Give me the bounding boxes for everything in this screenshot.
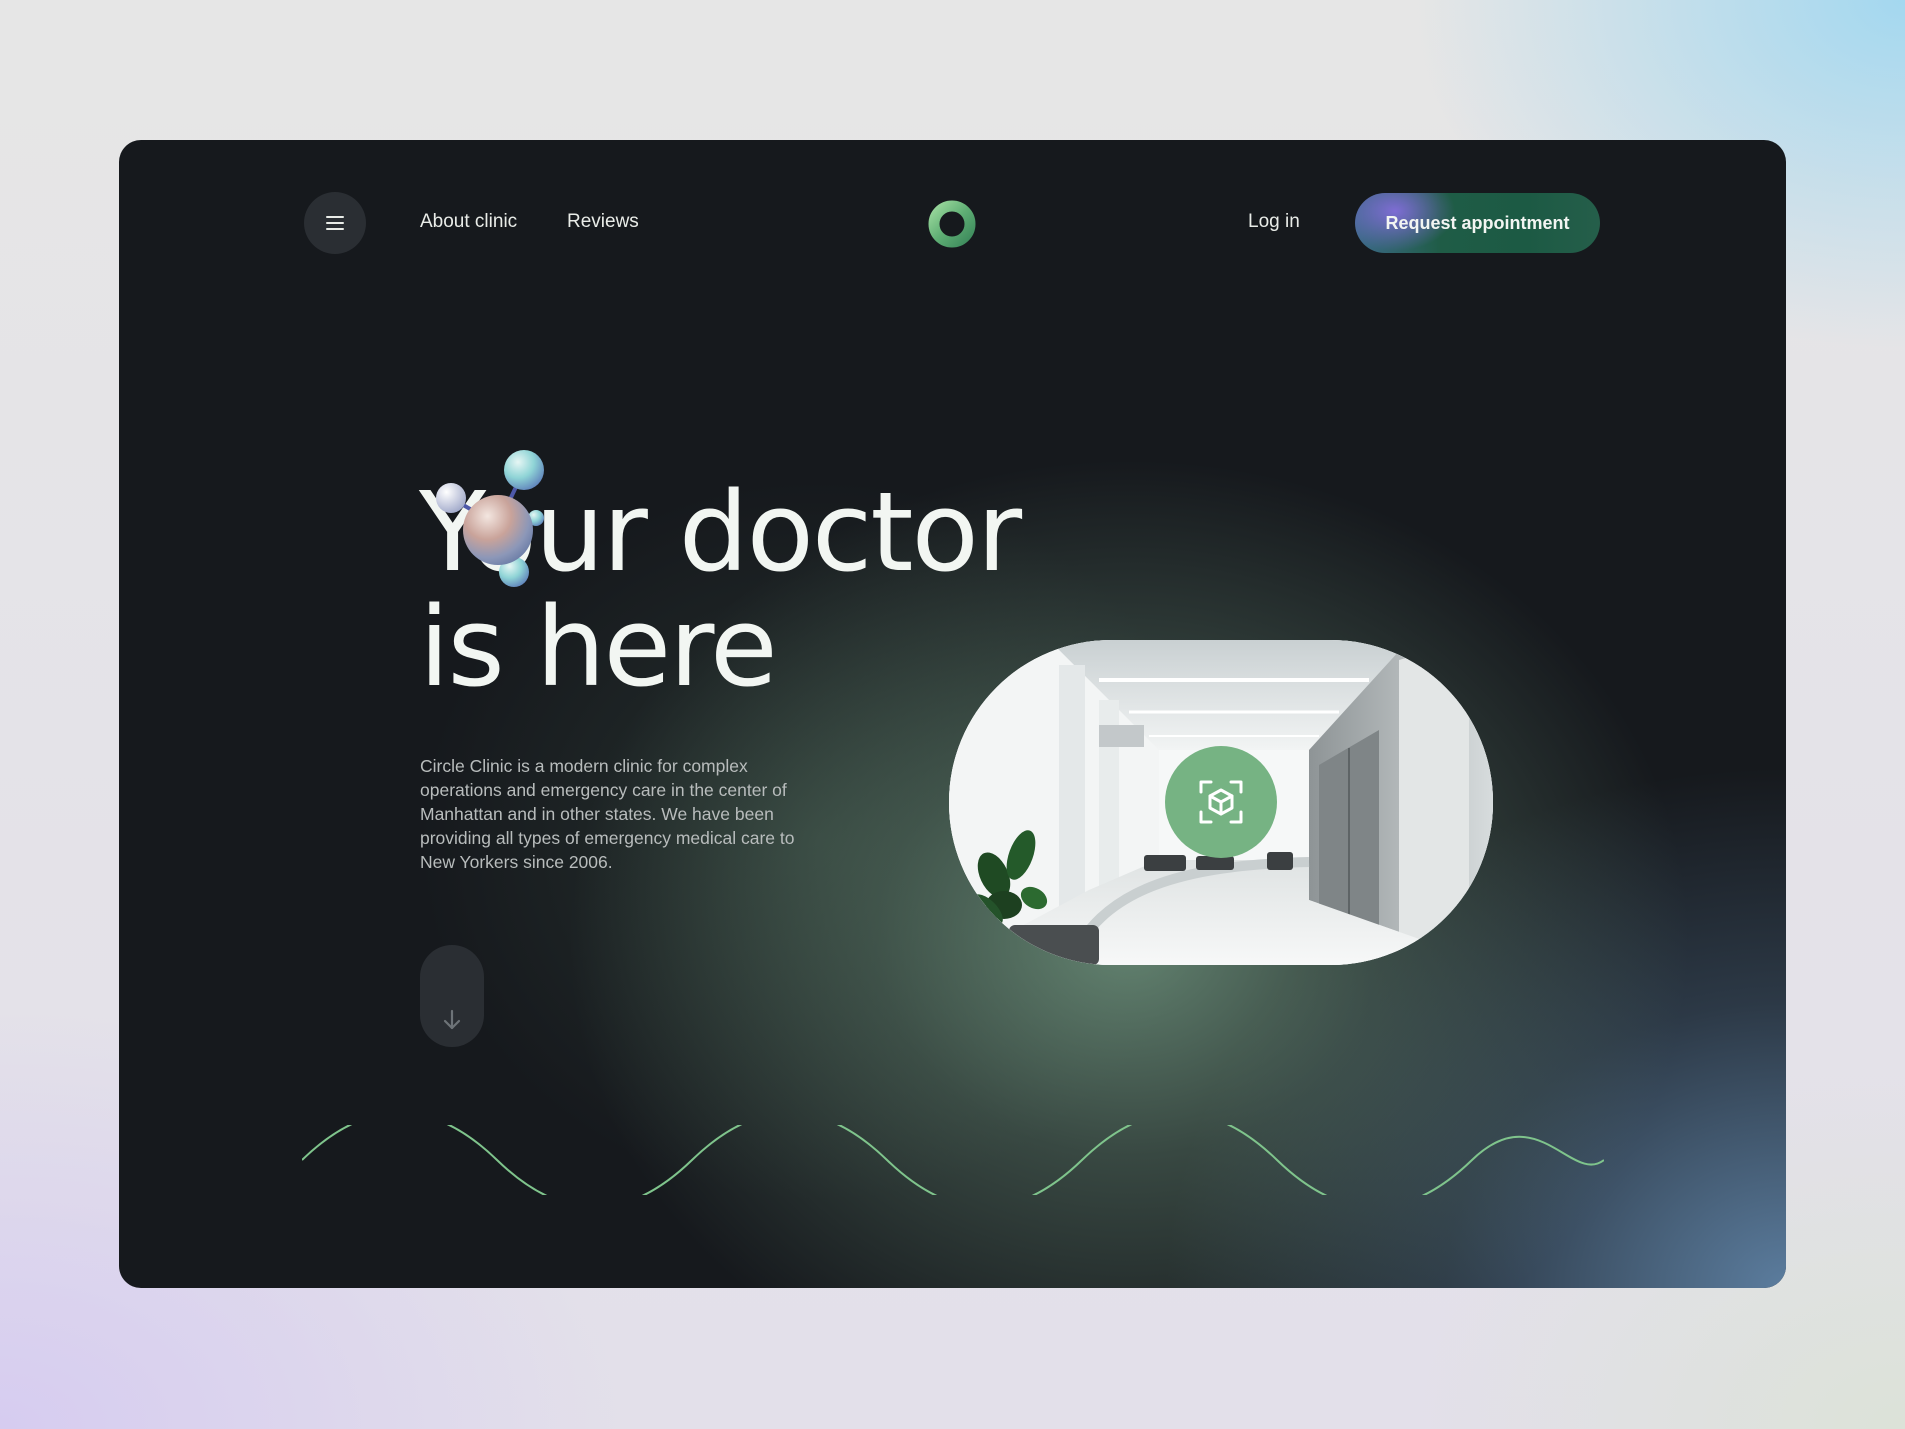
molecule-3d-icon <box>436 450 544 587</box>
nav-link-about-clinic[interactable]: About clinic <box>420 211 517 233</box>
hero-description: Circle Clinic is a modern clinic for com… <box>420 756 795 872</box>
nav-link-reviews[interactable]: Reviews <box>567 211 639 233</box>
background-glow <box>119 140 1786 1288</box>
login-link[interactable]: Log in <box>1248 211 1300 233</box>
arrow-down-icon <box>443 1009 461 1030</box>
decorative-wave <box>302 1125 1604 1195</box>
3d-box-scan-icon <box>1199 780 1243 824</box>
ring-logo[interactable] <box>927 199 977 249</box>
scroll-down-button[interactable] <box>420 945 484 1047</box>
view-3d-tour-button[interactable] <box>1165 746 1277 858</box>
menu-button[interactable] <box>304 192 366 254</box>
hero-card: About clinic Reviews Log in Request appo… <box>119 140 1786 1288</box>
menu-icon <box>326 216 344 230</box>
request-appointment-button[interactable]: Request appointment <box>1355 193 1600 253</box>
